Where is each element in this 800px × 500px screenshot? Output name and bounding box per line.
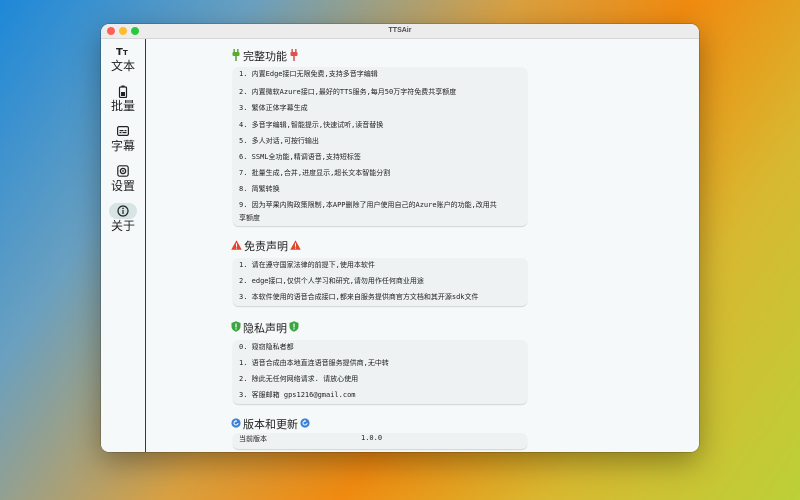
- features-card: 1. 内置Edge接口无限免费,支持多音字编辑 2. 内置微软Azure接口,最…: [233, 67, 527, 226]
- sidebar-item-settings[interactable]: 设置: [108, 163, 138, 194]
- info-icon: [109, 203, 137, 219]
- privacy-heading: 隐私声明: [231, 320, 299, 336]
- version-value: 1.0.0: [361, 434, 383, 442]
- list-item: 8. 简繁转换: [239, 185, 280, 193]
- list-item: 2. edge接口,仅供个人学习和研究,请勿用作任何商业用途: [239, 277, 424, 285]
- sidebar-item-about[interactable]: 关于: [108, 203, 138, 234]
- about-content[interactable]: 完整功能 1. 内置Edge接口无限免费,支持多音字编辑 2. 内置微软Azur…: [146, 39, 699, 452]
- version-card: 当前版本 1.0.0: [233, 433, 527, 449]
- title-bar: TTSAir: [101, 24, 699, 39]
- sidebar-item-text[interactable]: TT 文本: [108, 43, 138, 74]
- plug-icon: [289, 48, 299, 64]
- shield-icon: [231, 321, 241, 335]
- sidebar-item-label: 文本: [110, 59, 135, 73]
- sidebar-item-label: 关于: [110, 219, 135, 233]
- plug-icon: [231, 48, 241, 64]
- section-title: 隐私声明: [243, 322, 287, 335]
- refresh-icon: [300, 417, 310, 431]
- gear-icon: [108, 163, 138, 179]
- shield-icon: [289, 321, 299, 335]
- text-size-icon: TT: [108, 43, 138, 59]
- section-title: 完整功能: [243, 50, 287, 63]
- subtitles-icon: [108, 123, 138, 139]
- list-item: 3. 本软件使用的语音合成接口,都来自服务提供商官方文档和其开源sdk文件: [239, 293, 479, 301]
- section-title: 免责声明: [244, 240, 288, 253]
- list-item: 3. 繁体正体字幕生成: [239, 104, 308, 112]
- window-title: TTSAir: [388, 27, 412, 34]
- sidebar-item-label: 字幕: [110, 139, 135, 153]
- features-heading: 完整功能: [231, 48, 299, 64]
- svg-text:T: T: [123, 49, 128, 57]
- list-item: 6. SSML全功能,精调语音,支持短标签: [239, 153, 361, 161]
- list-item: 1. 请在遵守国家法律的前提下,使用本软件: [239, 261, 375, 269]
- sidebar-item-subtitles[interactable]: 字幕: [108, 123, 138, 154]
- sidebar-item-label: 设置: [110, 179, 135, 193]
- refresh-icon: [231, 417, 241, 431]
- disclaimer-card: 1. 请在遵守国家法律的前提下,使用本软件 2. edge接口,仅供个人学习和研…: [233, 258, 527, 306]
- list-item: 9. 因为苹果内购政策限制,本APP删除了用户使用自己的Azure账户的功能,改…: [239, 201, 497, 222]
- warning-icon: [231, 239, 242, 253]
- sidebar-item-label: 批量: [110, 99, 135, 113]
- list-item: 1. 内置Edge接口无限免费,支持多音字编辑: [239, 70, 378, 78]
- app-window: TTSAir TT 文本 批量 字幕 设置 关于 完整功能 1. 内置Edge接…: [101, 24, 699, 452]
- svg-text:T: T: [116, 47, 123, 57]
- sidebar: TT 文本 批量 字幕 设置 关于: [101, 39, 146, 452]
- warning-icon: [290, 239, 301, 253]
- list-item: 0. 窥窃隐私者都: [239, 343, 294, 351]
- version-label: 当前版本: [239, 435, 267, 443]
- privacy-card: 0. 窥窃隐私者都 1. 语音合成由本地直连语音服务提供商,无中转 2. 除此无…: [233, 340, 527, 404]
- list-item: 5. 多人对话,可按行输出: [239, 137, 319, 145]
- list-item: 2. 内置微软Azure接口,最好的TTS服务,每月50万字符免费共享额度: [239, 88, 457, 96]
- list-item: 4. 多音字编辑,智能提示,快速试听,读音替换: [239, 121, 384, 129]
- list-item: 1. 语音合成由本地直连语音服务提供商,无中转: [239, 359, 389, 367]
- list-item: 7. 批量生成,合并,进度显示,超长文本智能分割: [239, 169, 391, 177]
- sidebar-item-batch[interactable]: 批量: [108, 83, 138, 114]
- version-heading: 版本和更新: [231, 416, 310, 432]
- list-item: 3. 客服邮箱 gps1216@gmail.com: [239, 391, 356, 399]
- list-item: 2. 除此无任何网络请求. 请放心使用: [239, 375, 359, 383]
- battery-icon: [108, 83, 138, 99]
- section-title: 版本和更新: [243, 418, 298, 431]
- disclaimer-heading: 免责声明: [231, 238, 301, 254]
